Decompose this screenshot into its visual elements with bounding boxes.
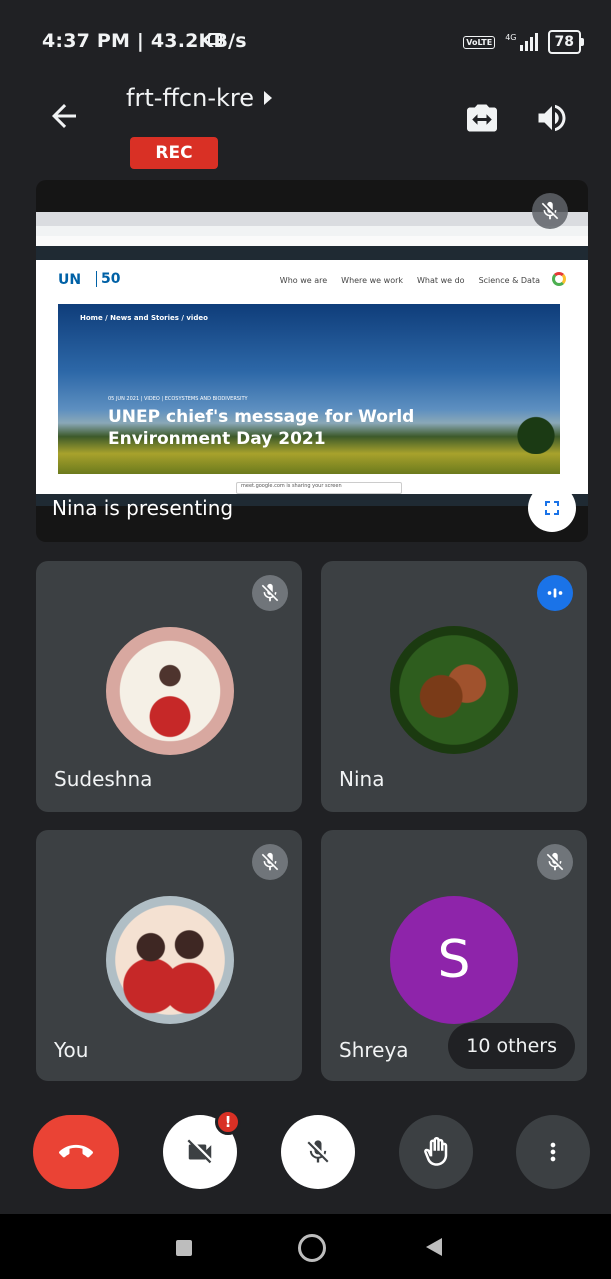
camera-toggle-button[interactable]: ! [163, 1109, 241, 1189]
mic-off-icon [252, 575, 288, 611]
back-triangle-icon[interactable] [426, 1238, 442, 1256]
hero-banner: Home / News and Stories / video 05 JUN 2… [58, 304, 560, 474]
fullscreen-icon [545, 501, 559, 515]
site-nav-link: Who we are [279, 276, 328, 285]
meeting-code: frt-ffcn-kre [126, 84, 254, 112]
participant-tile-sudeshna[interactable]: Sudeshna [36, 561, 302, 812]
battery-level: 78 [554, 34, 574, 50]
trees-image [500, 408, 560, 454]
status-indicators: VoLTE 4G 78 [463, 30, 585, 54]
speaker-icon[interactable] [534, 100, 570, 136]
back-arrow-icon[interactable] [46, 98, 82, 134]
presentation-tile[interactable]: UN 50 Who we are Where we work What we d… [36, 180, 588, 542]
screen-record-icon [208, 33, 222, 45]
chevron-right-icon [264, 91, 272, 105]
hand-icon [424, 1137, 448, 1166]
hero-date: 05 JUN 2021 | VIDEO | ECOSYSTEMS AND BIO… [108, 396, 248, 402]
browser-address-bar [36, 226, 588, 236]
more-vert-icon [550, 1142, 556, 1162]
video-off-icon [187, 1139, 212, 1164]
avatar [390, 626, 518, 754]
site-nav-link: Science & Data [478, 276, 540, 285]
participant-name: Shreya [339, 1038, 409, 1062]
home-circle-icon[interactable] [298, 1234, 326, 1262]
shared-screen: UN 50 Who we are Where we work What we d… [36, 212, 588, 506]
network-type: 4G [505, 33, 517, 42]
mic-off-icon [537, 844, 573, 880]
participant-tile-nina[interactable]: Nina [321, 561, 587, 812]
alert-badge: ! [215, 1109, 241, 1135]
participant-name: Nina [339, 767, 385, 791]
presenter-label: Nina is presenting [52, 496, 234, 520]
mic-off-icon [252, 844, 288, 880]
hero-headline: UNEP chief's message for World Environme… [108, 407, 415, 449]
avatar: S [390, 896, 518, 1024]
avatar [106, 896, 234, 1024]
raise-hand-button[interactable] [399, 1115, 473, 1189]
more-options-button[interactable] [516, 1115, 590, 1189]
site-nav-link: What we do [417, 276, 465, 285]
site-nav-link: Where we work [341, 276, 404, 285]
unep-50-logo: 50 [96, 271, 120, 287]
sharing-notice: meet.google.com is sharing your screen [236, 482, 402, 494]
switch-camera-icon[interactable] [464, 100, 500, 136]
participant-tile-you[interactable]: You [36, 830, 302, 1081]
mic-off-icon [532, 193, 568, 229]
signal-icon: 4G [505, 33, 538, 51]
meeting-title[interactable]: frt-ffcn-kre [126, 84, 272, 112]
phone-hangup-icon [59, 1144, 93, 1158]
others-button[interactable]: 10 others [448, 1023, 575, 1069]
speaking-indicator-icon [537, 575, 573, 611]
site-nav-links: Who we are Where we work What we do Scie… [280, 276, 540, 285]
browser-tab-bar [36, 212, 588, 226]
fullscreen-button[interactable] [528, 484, 576, 532]
recording-badge: REC [130, 137, 218, 169]
participant-tile-shreya[interactable]: S Shreya 10 others [321, 830, 587, 1081]
recents-square-icon[interactable] [176, 1240, 192, 1256]
participant-name: You [54, 1038, 89, 1062]
unep-logo: UN [58, 272, 82, 288]
end-call-button[interactable] [33, 1115, 119, 1189]
site-top-bar [36, 246, 588, 260]
mic-toggle-button[interactable] [281, 1115, 355, 1189]
participant-name: Sudeshna [54, 767, 153, 791]
mic-off-icon [307, 1140, 329, 1163]
avatar [106, 627, 234, 755]
breadcrumb: Home / News and Stories / video [80, 314, 208, 322]
battery-icon: 78 [547, 30, 585, 54]
volte-icon: VoLTE [463, 35, 496, 49]
sdg-wheel-icon [552, 272, 566, 286]
